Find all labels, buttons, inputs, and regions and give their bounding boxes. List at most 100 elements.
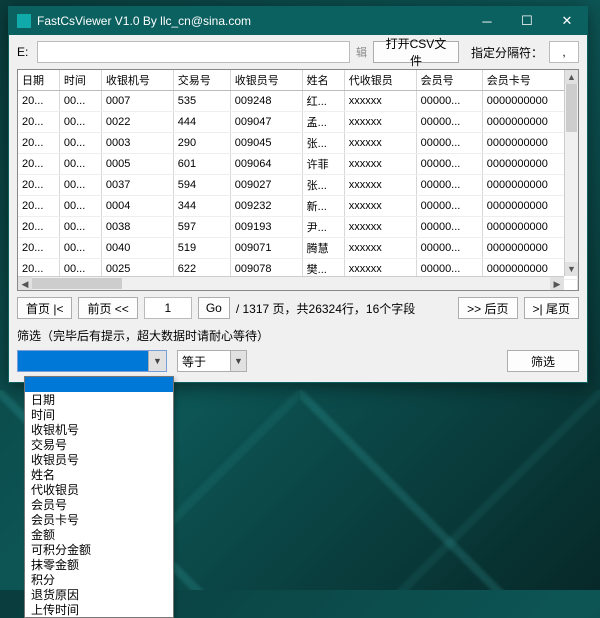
dropdown-option[interactable]: 可积分金额	[25, 542, 173, 557]
table-row[interactable]: 20...00...0005601009064许菲xxxxxx00000...0…	[18, 154, 578, 175]
table-cell: 许菲	[302, 154, 344, 175]
dropdown-option[interactable]: 上传时间	[25, 602, 173, 617]
vscroll-thumb[interactable]	[566, 84, 577, 132]
column-header[interactable]: 日期	[18, 70, 59, 91]
table-cell: 00...	[59, 133, 101, 154]
table-cell: 20...	[18, 217, 59, 238]
file-path-input[interactable]	[37, 41, 350, 63]
app-window: FastCsViewer V1.0 By llc_cn@sina.com ─ ☐…	[8, 6, 588, 383]
open-csv-button[interactable]: 打开CSV文件	[373, 41, 459, 63]
filter-field-combo[interactable]: ▼	[17, 350, 167, 372]
table-cell: xxxxxx	[344, 112, 416, 133]
next-page-button[interactable]: >> 后页	[458, 297, 517, 319]
minimize-button[interactable]: ─	[467, 7, 507, 35]
prev-page-button[interactable]: 前页 <<	[78, 297, 137, 319]
dropdown-option[interactable]: 退货原因	[25, 587, 173, 602]
table-row[interactable]: 20...00...0004344009232新...xxxxxx00000..…	[18, 196, 578, 217]
table-cell: 00...	[59, 217, 101, 238]
titlebar[interactable]: FastCsViewer V1.0 By llc_cn@sina.com ─ ☐…	[9, 7, 587, 35]
first-page-button[interactable]: 首页 |<	[17, 297, 72, 319]
filter-operator-combo[interactable]: 等于 ▼	[177, 350, 247, 372]
last-page-button[interactable]: >| 尾页	[524, 297, 579, 319]
dropdown-option[interactable]: 姓名	[25, 467, 173, 482]
table-row[interactable]: 20...00...0038597009193尹...xxxxxx00000..…	[18, 217, 578, 238]
table-cell: 594	[173, 175, 230, 196]
go-button[interactable]: Go	[198, 297, 230, 319]
horizontal-scrollbar[interactable]: ◀ ▶	[18, 276, 564, 290]
column-header[interactable]: 时间	[59, 70, 101, 91]
dropdown-option[interactable]: 金额	[25, 527, 173, 542]
table-cell: 00000...	[416, 175, 482, 196]
table-cell: 344	[173, 196, 230, 217]
window-title: FastCsViewer V1.0 By llc_cn@sina.com	[37, 14, 251, 28]
table-cell: xxxxxx	[344, 196, 416, 217]
table-row[interactable]: 20...00...0007535009248红...xxxxxx00000..…	[18, 91, 578, 112]
table-cell: 尹...	[302, 217, 344, 238]
table-cell: 009064	[230, 154, 302, 175]
app-icon	[17, 14, 31, 28]
dropdown-option[interactable]	[25, 377, 173, 392]
column-header[interactable]: 会员号	[416, 70, 482, 91]
page-info-label: / 1317 页，共26324行，16个字段	[236, 300, 452, 317]
table-cell: 20...	[18, 238, 59, 259]
table-cell: 00...	[59, 91, 101, 112]
filter-section-label: 筛选（完毕后有提示，超大数据时请耐心等待）	[9, 325, 587, 350]
dropdown-option[interactable]: 交易号	[25, 437, 173, 452]
table-cell: 20...	[18, 112, 59, 133]
dropdown-option[interactable]: 积分	[25, 572, 173, 587]
column-header[interactable]: 代收银员	[344, 70, 416, 91]
close-button[interactable]: ✕	[547, 7, 587, 35]
column-header[interactable]: 交易号	[173, 70, 230, 91]
page-number-input[interactable]	[144, 297, 192, 319]
scroll-up-arrow[interactable]: ▲	[565, 70, 578, 84]
delimiter-label: 指定分隔符：	[471, 44, 543, 61]
chevron-down-icon[interactable]: ▼	[148, 351, 166, 371]
top-toolbar: E: 辑 打开CSV文件 指定分隔符：	[9, 35, 587, 69]
dropdown-option[interactable]: 日期	[25, 392, 173, 407]
vertical-scrollbar[interactable]: ▲ ▼	[564, 70, 578, 276]
dropdown-option[interactable]: 时间	[25, 407, 173, 422]
table-row[interactable]: 20...00...0037594009027张...xxxxxx00000..…	[18, 175, 578, 196]
column-header[interactable]: 姓名	[302, 70, 344, 91]
table-cell: xxxxxx	[344, 91, 416, 112]
dropdown-option[interactable]: 会员号	[25, 497, 173, 512]
table-row[interactable]: 20...00...0040519009071腾慧xxxxxx00000...0…	[18, 238, 578, 259]
dropdown-option[interactable]: 抹零金额	[25, 557, 173, 572]
dropdown-option[interactable]: 会员卡号	[25, 512, 173, 527]
dropdown-option[interactable]: 收银机号	[25, 422, 173, 437]
filter-operator-value: 等于	[182, 353, 206, 370]
column-header[interactable]: 收银员号	[230, 70, 302, 91]
table-cell: 20...	[18, 154, 59, 175]
table-cell: 009027	[230, 175, 302, 196]
table-cell: 535	[173, 91, 230, 112]
data-table: 日期时间收银机号交易号收银员号姓名代收银员会员号会员卡号 20...00...0…	[18, 70, 578, 291]
table-cell: 290	[173, 133, 230, 154]
table-cell: 601	[173, 154, 230, 175]
table-cell: 0037	[101, 175, 173, 196]
table-row[interactable]: 20...00...0022444009047孟...xxxxxx00000..…	[18, 112, 578, 133]
table-cell: 20...	[18, 91, 59, 112]
table-cell: xxxxxx	[344, 154, 416, 175]
table-row[interactable]: 20...00...0003290009045张...xxxxxx00000..…	[18, 133, 578, 154]
table-cell: xxxxxx	[344, 175, 416, 196]
table-cell: 0004	[101, 196, 173, 217]
filter-button[interactable]: 筛选	[507, 350, 579, 372]
table-cell: 红...	[302, 91, 344, 112]
maximize-button[interactable]: ☐	[507, 7, 547, 35]
scroll-down-arrow[interactable]: ▼	[565, 262, 578, 276]
scroll-right-arrow[interactable]: ▶	[550, 277, 564, 291]
table-cell: 腾慧	[302, 238, 344, 259]
dropdown-option[interactable]: 代收银员	[25, 482, 173, 497]
table-cell: 00000...	[416, 154, 482, 175]
hscroll-thumb[interactable]	[32, 278, 122, 289]
scroll-left-arrow[interactable]: ◀	[18, 277, 32, 291]
delimiter-input[interactable]	[549, 41, 579, 63]
table-cell: xxxxxx	[344, 217, 416, 238]
filter-field-dropdown[interactable]: 日期时间收银机号交易号收银员号姓名代收银员会员号会员卡号金额可积分金额抹零金额积…	[24, 376, 174, 618]
path-prefix-label: E:	[17, 45, 31, 59]
chevron-down-icon[interactable]: ▼	[230, 351, 246, 371]
table-cell: 009047	[230, 112, 302, 133]
dropdown-option[interactable]: 收银员号	[25, 452, 173, 467]
column-header[interactable]: 收银机号	[101, 70, 173, 91]
table-cell: 0005	[101, 154, 173, 175]
